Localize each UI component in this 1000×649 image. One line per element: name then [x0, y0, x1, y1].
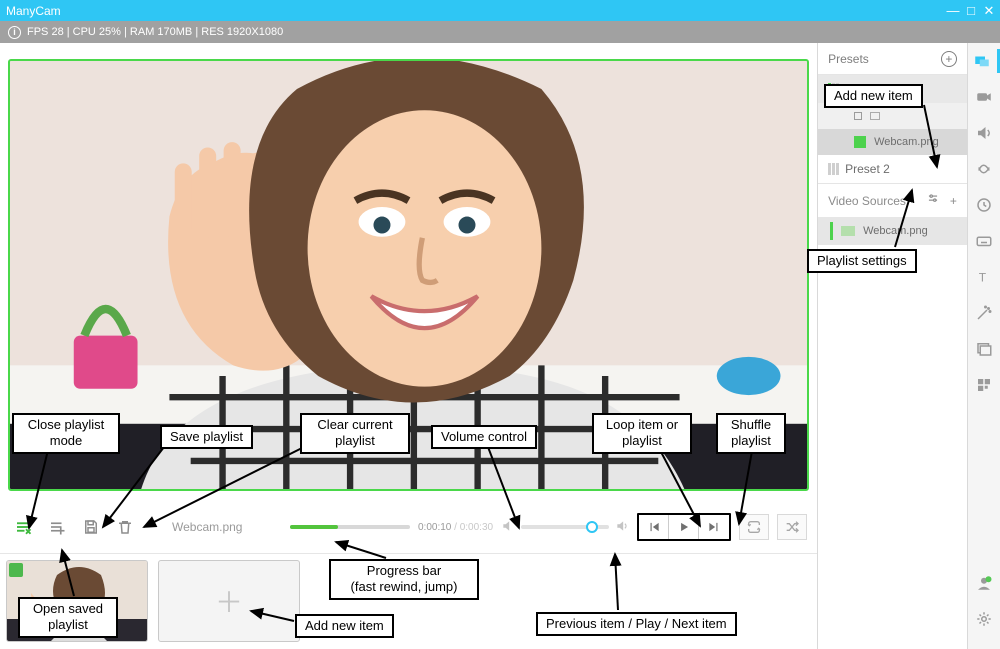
current-file-label: Webcam.png	[172, 520, 282, 534]
plus-square-icon	[854, 112, 862, 120]
tab-transitions-icon[interactable]	[972, 157, 996, 181]
app-title: ManyCam	[6, 4, 944, 18]
preview-illustration	[10, 61, 807, 489]
playback-group	[637, 513, 731, 541]
status-text: FPS 28 | CPU 25% | RAM 170MB | RES 1920X…	[27, 26, 283, 38]
thumb-active-badge	[9, 563, 23, 577]
tab-camera-icon[interactable]	[972, 85, 996, 109]
thumb-illustration	[7, 561, 147, 641]
preset-item-1[interactable]: Preset 1	[818, 75, 967, 103]
preset-child-layout[interactable]	[818, 103, 967, 129]
video-source-item[interactable]: Webcam.png	[818, 217, 967, 245]
add-preset-button[interactable]: +	[941, 51, 957, 67]
volume-max-icon	[615, 519, 629, 536]
tab-keyboard-icon[interactable]	[972, 229, 996, 253]
tab-effects-icon[interactable]	[972, 301, 996, 325]
open-playlist-button[interactable]	[44, 514, 70, 540]
add-source-button[interactable]: +	[950, 194, 957, 208]
title-bar: ManyCam — □ ✕	[0, 0, 1000, 21]
right-toolbar: T	[968, 43, 1000, 649]
tab-grid-icon[interactable]	[972, 373, 996, 397]
prev-button[interactable]	[639, 515, 669, 539]
save-playlist-button[interactable]	[78, 514, 104, 540]
source-active-tag	[830, 222, 833, 240]
preset-thumb-icon	[828, 163, 839, 175]
image-file-icon	[841, 226, 855, 236]
minimize-button[interactable]: —	[944, 3, 962, 18]
presets-header: Presets +	[818, 43, 967, 75]
tab-gallery-icon[interactable]	[972, 337, 996, 361]
tab-text-icon[interactable]: T	[972, 265, 996, 289]
add-thumb-button[interactable]: ＋	[158, 560, 300, 642]
mute-icon[interactable]	[501, 519, 515, 536]
source-image-icon	[854, 136, 866, 148]
tab-audio-icon[interactable]	[972, 121, 996, 145]
info-icon: i	[8, 26, 21, 39]
volume-slider[interactable]	[521, 525, 609, 529]
play-button[interactable]	[669, 515, 699, 539]
time-elapsed: 0:00:10 / 0:00:30	[418, 522, 493, 533]
progress-bar[interactable]	[290, 525, 410, 529]
preset-item-2[interactable]: Preset 2	[818, 155, 967, 183]
close-window-button[interactable]: ✕	[980, 3, 998, 19]
maximize-button[interactable]: □	[962, 3, 980, 18]
shuffle-button[interactable]	[777, 514, 807, 540]
status-bar: i FPS 28 | CPU 25% | RAM 170MB | RES 192…	[0, 21, 1000, 43]
next-button[interactable]	[699, 515, 729, 539]
preset-thumb-icon	[828, 83, 839, 95]
video-sources-header: Video Sources +	[818, 183, 967, 217]
preset-child-webcam[interactable]: Webcam.png	[818, 129, 967, 155]
video-preview[interactable]	[8, 59, 809, 491]
playlist-settings-button[interactable]	[926, 192, 940, 209]
thumbnail-strip: ＋	[0, 553, 817, 649]
clear-playlist-button[interactable]	[112, 514, 138, 540]
tab-layers-icon[interactable]	[968, 49, 1000, 73]
svg-text:T: T	[979, 271, 987, 285]
layout-icon	[870, 112, 880, 120]
tab-settings-icon[interactable]	[972, 607, 996, 631]
tab-time-icon[interactable]	[972, 193, 996, 217]
thumb-item[interactable]	[6, 560, 148, 642]
tab-account-icon[interactable]	[972, 571, 996, 595]
loop-button[interactable]	[739, 514, 769, 540]
close-playlist-button[interactable]	[10, 514, 36, 540]
